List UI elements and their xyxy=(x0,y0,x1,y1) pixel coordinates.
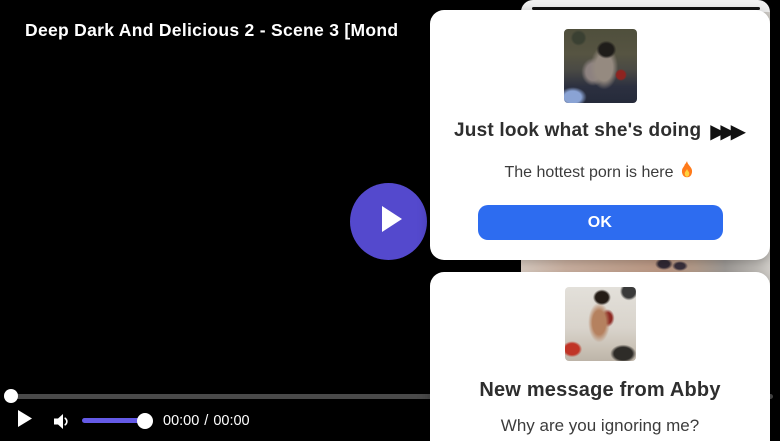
selfie-photo-thumbnail[interactable] xyxy=(564,287,636,361)
popup-subtitle-text: The hottest porn is here xyxy=(504,164,674,181)
ad-popup-message[interactable]: New message from Abby Why are you ignori… xyxy=(430,272,770,441)
current-time: 00:00 xyxy=(163,413,200,429)
play-button[interactable] xyxy=(18,410,32,432)
video-title: Deep Dark And Delicious 2 - Scene 3 [Mon… xyxy=(25,20,399,40)
volume-slider-knob[interactable] xyxy=(137,413,153,429)
volume-slider[interactable] xyxy=(82,418,145,423)
play-icon xyxy=(379,206,402,237)
popup-title: New message from Abby xyxy=(479,379,720,402)
ad-popup-ok[interactable]: Just look what she's doing ▶▶▶ The hotte… xyxy=(430,10,770,260)
time-display: 00:00 / 00:00 xyxy=(163,413,250,429)
mute-button[interactable] xyxy=(53,413,70,435)
webcam-photo-thumbnail[interactable] xyxy=(563,29,637,103)
total-time: 00:00 xyxy=(213,413,250,429)
time-separator: / xyxy=(204,413,209,429)
popup-title: Just look what she's doing ▶▶▶ xyxy=(454,119,746,143)
fast-forward-arrows-icon: ▶▶▶ xyxy=(710,119,746,143)
popup-title-text: Just look what she's doing xyxy=(454,120,702,141)
ok-button[interactable]: OK xyxy=(477,205,723,240)
seek-bar-knob[interactable] xyxy=(4,389,18,403)
video-page: Deep Dark And Delicious 2 - Scene 3 [Mon… xyxy=(0,0,780,441)
popup-subtitle-text: Why are you ignoring me? xyxy=(500,416,700,435)
big-play-button[interactable] xyxy=(350,183,427,260)
speaker-icon xyxy=(53,414,70,434)
popup-subtitle: The hottest porn is here xyxy=(505,161,696,185)
popup-subtitle: Why are you ignoring me? xyxy=(501,416,699,436)
play-icon xyxy=(18,410,32,431)
fire-icon xyxy=(679,161,695,185)
popup-title-text: New message from Abby xyxy=(479,379,721,401)
